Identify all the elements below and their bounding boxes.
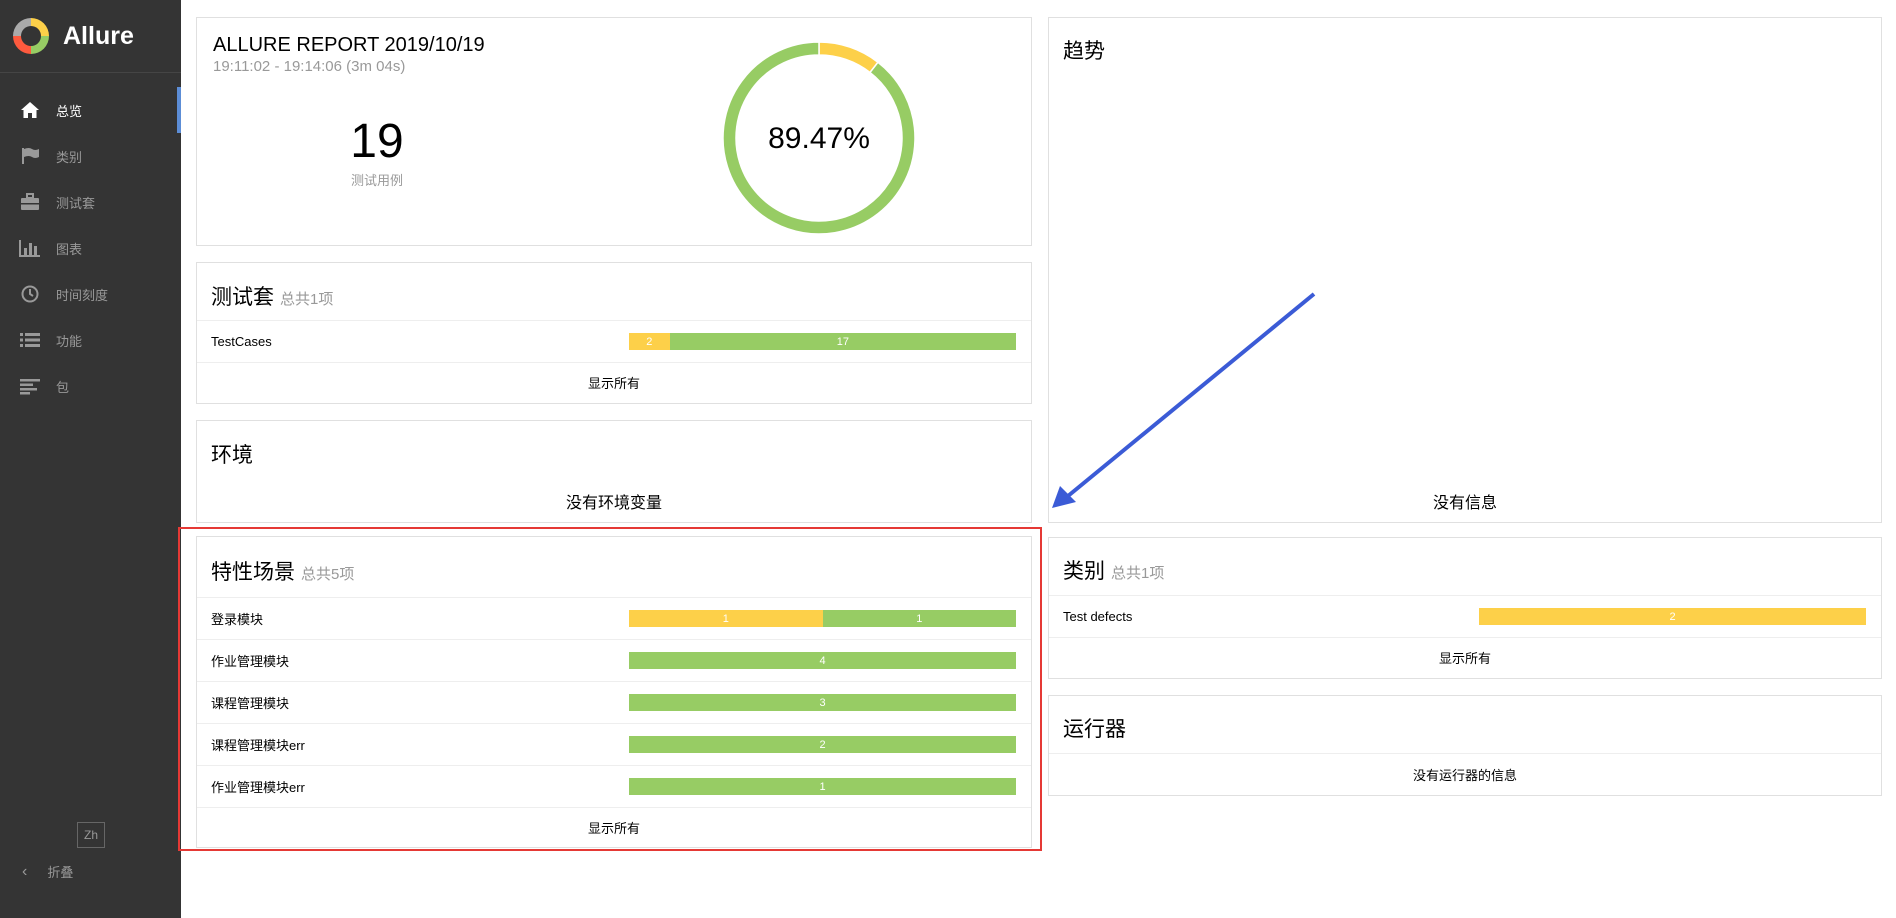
trend-widget: 趋势 没有信息 (1048, 17, 1882, 523)
environment-widget: 环境 没有环境变量 (196, 420, 1032, 523)
status-bar: 4 (629, 652, 1016, 669)
sidebar-item-packages[interactable]: 包 (0, 363, 181, 409)
sidebar-item-timeline[interactable]: 时间刻度 (0, 271, 181, 317)
report-time-range: 19:11:02 - 19:14:06 (3m 04s) (213, 58, 406, 75)
table-row[interactable]: 登录模块 11 (197, 597, 1031, 639)
empty-message: 没有环境变量 (565, 495, 662, 512)
show-all-link[interactable]: 显示所有 (197, 362, 1031, 404)
widget-subtitle: 总共1项 (280, 291, 334, 308)
feature-name: 课程管理模块err (211, 738, 305, 753)
table-row[interactable]: 课程管理模块 3 (197, 681, 1031, 723)
sidebar-item-label: 类别 (56, 149, 83, 165)
chevron-left-icon: ‹ (22, 862, 28, 880)
broken-segment: 2 (1479, 608, 1866, 625)
show-all-link[interactable]: 显示所有 (197, 807, 1031, 849)
report-title: ALLURE REPORT 2019/10/19 (213, 34, 485, 56)
executors-widget: 运行器 没有运行器的信息 (1048, 695, 1882, 796)
sidebar-item-label: 时间刻度 (56, 287, 109, 303)
passed-segment: 1 (629, 778, 1016, 795)
flag-icon (18, 146, 42, 166)
logo[interactable]: Allure (0, 0, 181, 73)
language-switch-button[interactable]: Zh (77, 822, 105, 848)
sidebar-item-label: 总览 (56, 103, 83, 119)
status-bar: 2 (1479, 608, 1866, 625)
sidebar-menu: 总览 类别 测试套 图表 时间刻度 功能 包 (0, 87, 181, 409)
align-left-icon (18, 376, 42, 396)
home-icon (18, 100, 42, 120)
show-all-link[interactable]: 显示所有 (1049, 637, 1881, 679)
widget-title: 特性场景 (211, 561, 295, 584)
pass-rate: 89.47% (768, 122, 870, 155)
table-row[interactable]: TestCases 2 17 (197, 320, 1031, 362)
feature-name: 作业管理模块 (211, 654, 290, 669)
widget-title: 测试套 (211, 286, 274, 309)
table-row[interactable]: 作业管理模块err 1 (197, 765, 1031, 807)
sidebar-item-label: 功能 (56, 333, 83, 349)
test-count-label: 测试用例 (350, 173, 403, 188)
empty-message: 没有信息 (1432, 495, 1497, 512)
feature-name: 登录模块 (211, 612, 264, 627)
donut-slice-broken[interactable] (818, 41, 880, 74)
bar-chart-icon (18, 238, 42, 258)
suite-name: TestCases (211, 334, 272, 349)
empty-message: 没有运行器的信息 (1412, 768, 1517, 783)
passed-segment: 17 (669, 333, 1016, 350)
collapse-button[interactable]: ‹ 折叠 (22, 862, 73, 881)
app-name: Allure (63, 21, 134, 50)
widget-title: 类别 (1063, 560, 1105, 583)
status-bar: 2 (629, 736, 1016, 753)
sidebar-item-behaviors[interactable]: 功能 (0, 317, 181, 363)
table-row[interactable]: 课程管理模块err 2 (197, 723, 1031, 765)
sidebar-item-categories[interactable]: 类别 (0, 133, 181, 179)
status-bar: 11 (629, 610, 1016, 627)
feature-name: 作业管理模块err (211, 780, 305, 795)
test-count: 19 (350, 115, 404, 168)
category-name: Test defects (1063, 609, 1133, 624)
passed-segment: 2 (629, 736, 1016, 753)
feature-name: 课程管理模块 (211, 696, 290, 711)
status-bar: 3 (629, 694, 1016, 711)
sidebar-item-label: 图表 (56, 241, 83, 257)
features-widget: 特性场景 总共5项 登录模块 11 作业管理模块 4 课程管理模块 3 课程管理模… (196, 536, 1032, 848)
widget-subtitle: 总共5项 (301, 566, 355, 583)
list-icon (18, 330, 42, 350)
status-bar: 2 17 (629, 333, 1016, 350)
sidebar: Allure 总览 类别 测试套 图表 时间刻度 功能 包 Zh ‹ 折叠 (0, 0, 181, 918)
broken-segment: 1 (629, 610, 823, 627)
table-row[interactable]: 作业管理模块 4 (197, 639, 1031, 681)
status-bar: 1 (629, 778, 1016, 795)
collapse-label: 折叠 (47, 865, 74, 880)
allure-logo-icon (13, 18, 49, 54)
sidebar-item-suites[interactable]: 测试套 (0, 179, 181, 225)
briefcase-icon (18, 192, 42, 212)
summary-widget: ALLURE REPORT 2019/10/19 19:11:02 - 19:1… (196, 17, 1032, 246)
passed-segment: 3 (629, 694, 1016, 711)
widget-subtitle: 总共1项 (1111, 565, 1165, 582)
categories-widget: 类别 总共1项 Test defects 2 显示所有 (1048, 537, 1882, 679)
sidebar-item-label: 测试套 (56, 195, 96, 211)
widget-title: 趋势 (1063, 40, 1105, 63)
sidebar-item-graphs[interactable]: 图表 (0, 225, 181, 271)
passed-segment: 1 (822, 610, 1016, 627)
executors-empty-row: 没有运行器的信息 (1049, 753, 1881, 795)
widget-title: 环境 (211, 444, 253, 467)
sidebar-item-label: 包 (56, 379, 70, 395)
passed-segment: 4 (629, 652, 1016, 669)
broken-segment: 2 (629, 333, 670, 350)
widget-title: 运行器 (1063, 718, 1126, 741)
sidebar-item-overview[interactable]: 总览 (0, 87, 181, 133)
table-row[interactable]: Test defects 2 (1049, 595, 1881, 637)
clock-icon (18, 284, 42, 304)
suites-widget: 测试套 总共1项 TestCases 2 17 显示所有 (196, 262, 1032, 404)
